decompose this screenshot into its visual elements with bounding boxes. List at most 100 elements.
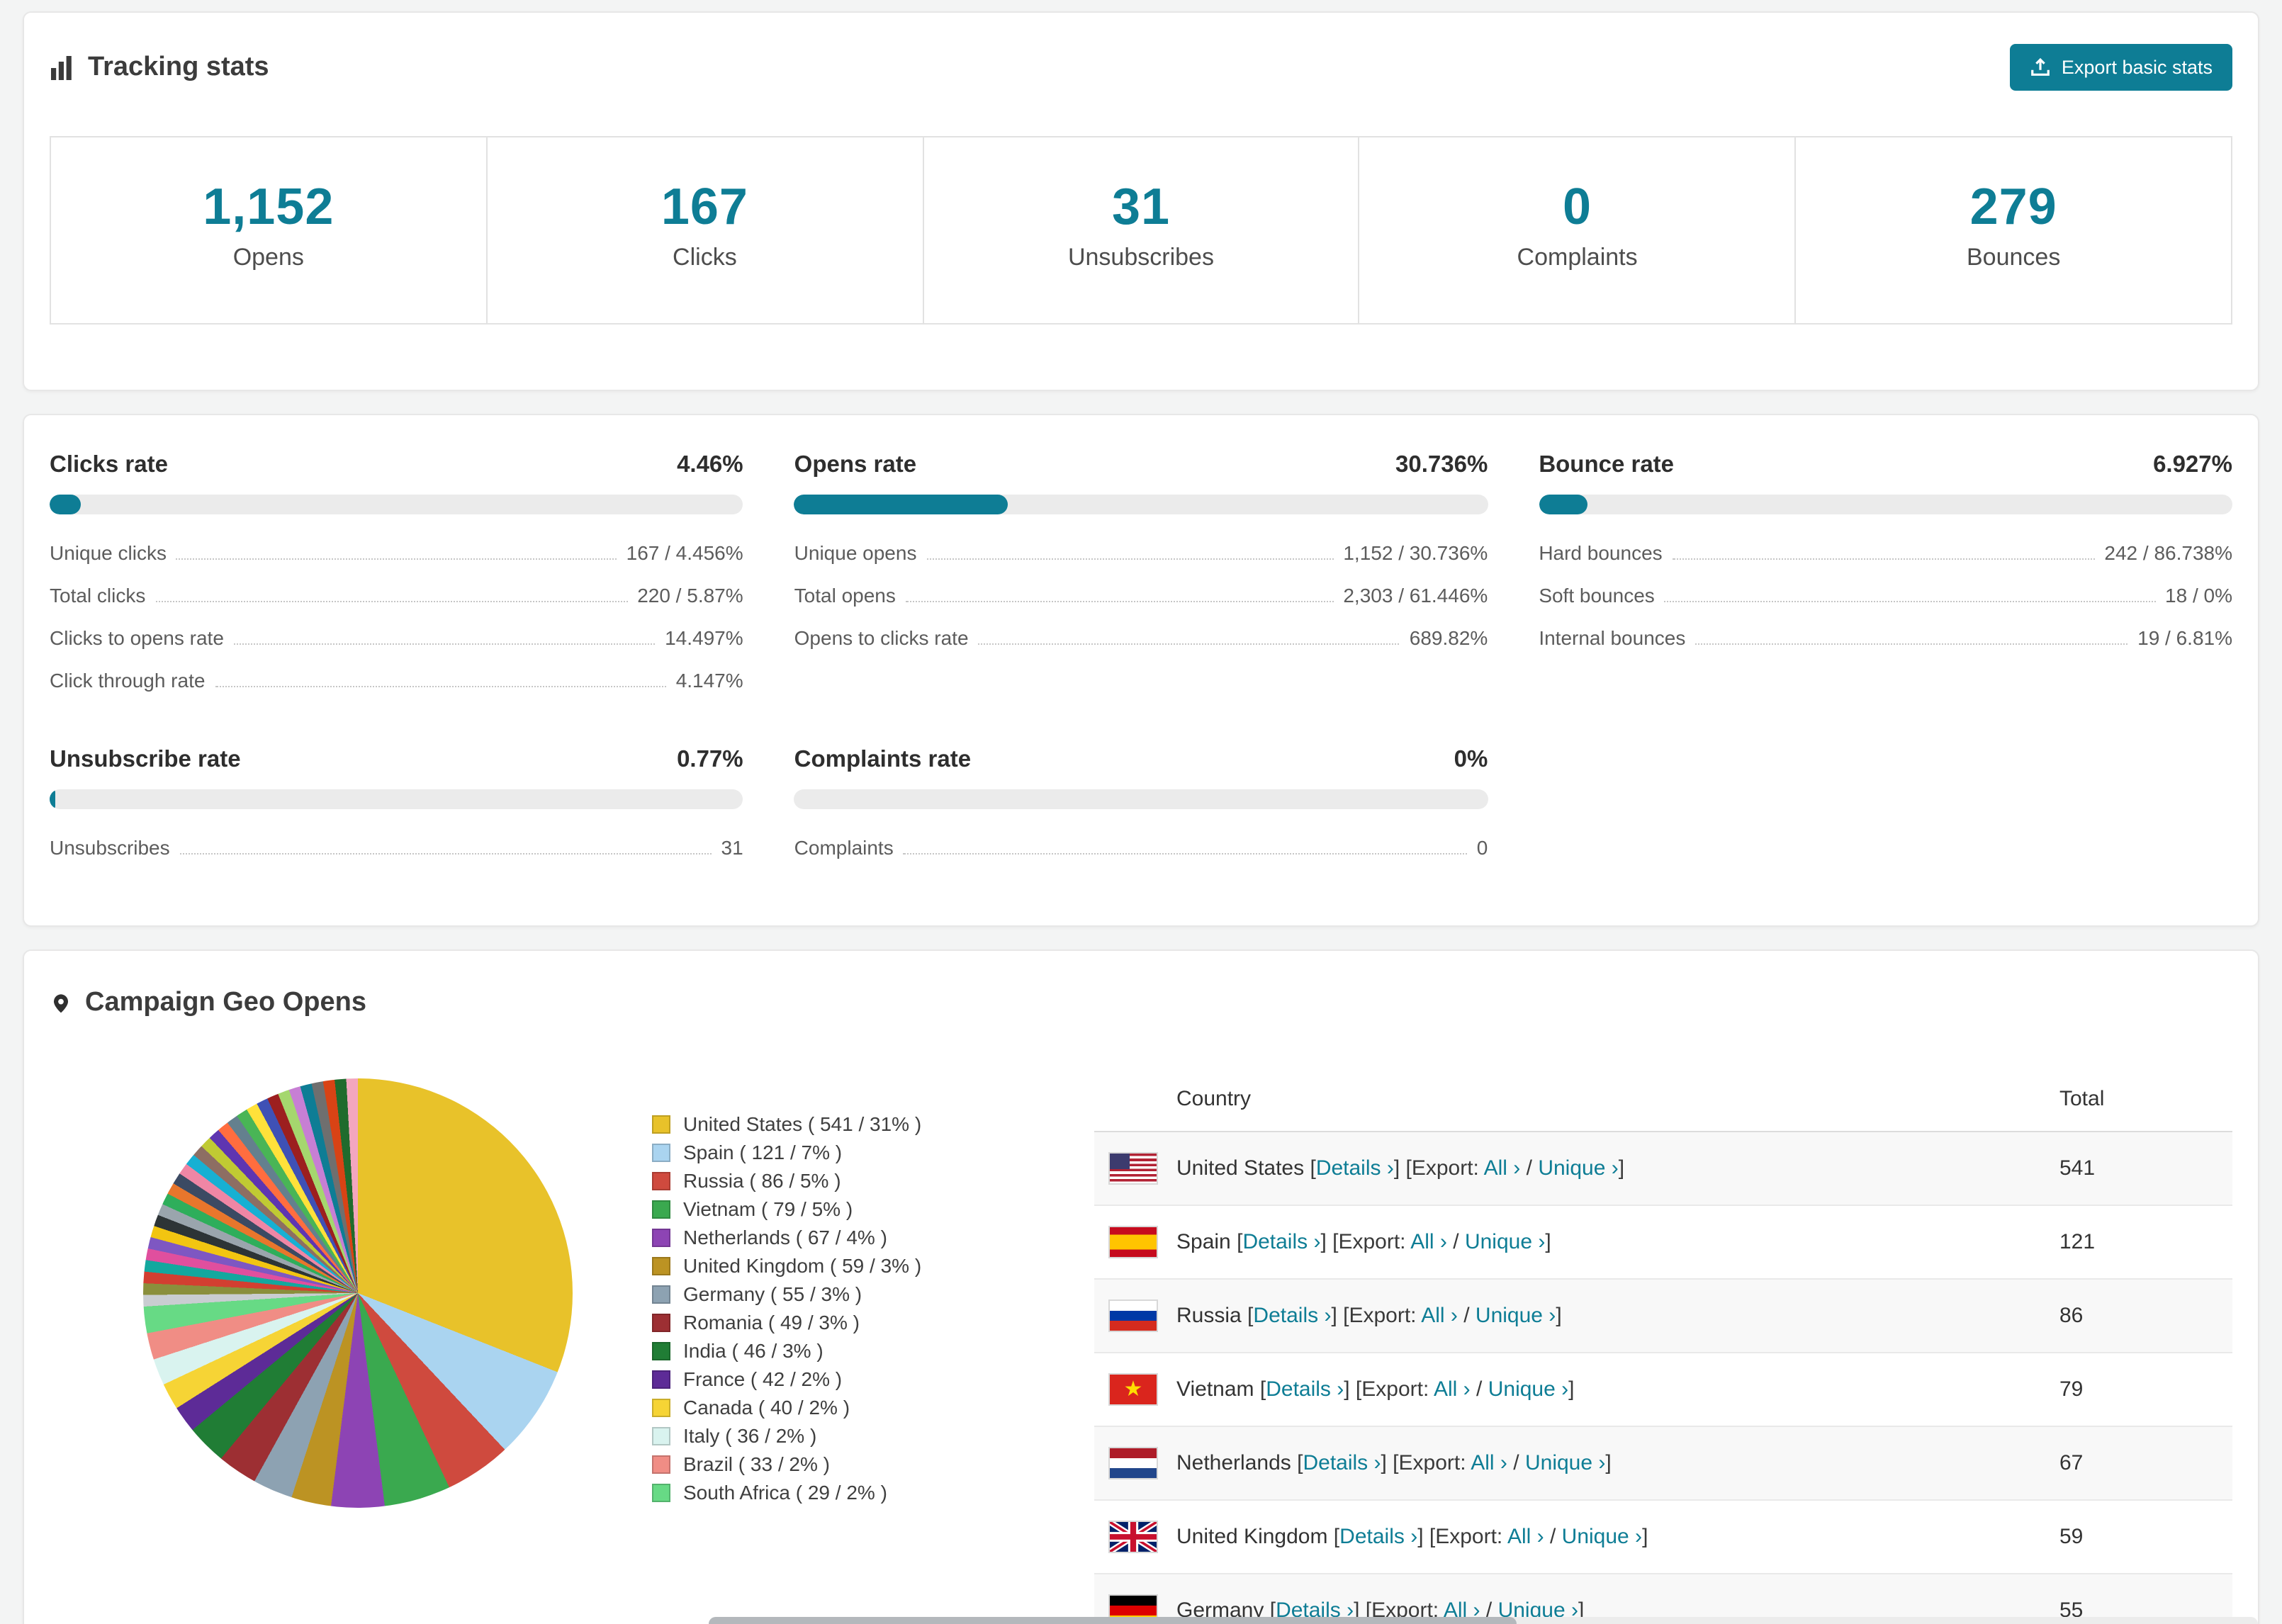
details-link[interactable]: Details › — [1339, 1525, 1417, 1549]
stat-label: Complaints — [1517, 244, 1638, 271]
stat-value: 279 — [1969, 177, 2057, 235]
legend-item: Vietnam ( 79 / 5% ) — [652, 1195, 1094, 1223]
dotted-leader — [176, 558, 617, 560]
rate-progress-bar — [50, 495, 743, 514]
geo-table-row: Vietnam [Details ›] [Export: All › / Uni… — [1094, 1353, 2232, 1427]
export-all-link[interactable]: All › — [1471, 1451, 1507, 1475]
horizontal-scrollbar-thumb[interactable] — [709, 1617, 1517, 1624]
export-all-link[interactable]: All › — [1484, 1156, 1521, 1180]
legend-swatch — [652, 1115, 670, 1133]
rate-title: Clicks rate — [50, 452, 168, 478]
export-separator: / — [1544, 1525, 1562, 1549]
rate-title: Bounce rate — [1539, 452, 1675, 478]
horizontal-scrollbar-track — [709, 1617, 2258, 1624]
country-cell-text: Netherlands [Details ›] [Export: All › /… — [1176, 1451, 1612, 1475]
export-prefix: [Export: — [1337, 1304, 1422, 1328]
rate-progress-bar — [794, 495, 1488, 514]
legend-label: Spain ( 121 / 7% ) — [683, 1141, 843, 1163]
stat-value: 1,152 — [203, 177, 335, 235]
geo-row-total: 79 — [2059, 1377, 2084, 1402]
legend-swatch — [652, 1455, 670, 1473]
stat-box: 1,152 Opens — [51, 137, 488, 323]
rate-detail-row: Unique clicks 167 / 4.456% — [50, 531, 743, 574]
export-close-bracket: ] — [1556, 1304, 1562, 1328]
dotted-leader — [1664, 601, 2156, 602]
details-link[interactable]: Details › — [1316, 1156, 1394, 1180]
rate-value: 0% — [1454, 747, 1488, 772]
export-icon — [2030, 57, 2052, 78]
details-link[interactable]: Details › — [1266, 1377, 1344, 1402]
rate-rows: Unique clicks 167 / 4.456% Total clicks … — [50, 531, 743, 701]
country-flag — [1108, 1299, 1158, 1332]
geo-row-country-cell: Russia [Details ›] [Export: All › / Uniq… — [1108, 1299, 2059, 1332]
rate-detail-row: Hard bounces 242 / 86.738% — [1539, 531, 2232, 574]
stat-value: 0 — [1563, 177, 1592, 235]
geo-row-total: 86 — [2059, 1304, 2084, 1328]
country-name: United Kingdom — [1176, 1525, 1328, 1549]
export-unique-link[interactable]: Unique › — [1476, 1304, 1556, 1328]
rate-row-label: Click through rate — [50, 669, 206, 692]
rate-block: Bounce rate 6.927% Hard bounces 242 / 86… — [1539, 452, 2232, 701]
legend-swatch — [652, 1426, 670, 1445]
geo-opens-table: Country Total United States [Details ›] … — [1094, 1067, 2232, 1624]
rate-progress-fill — [794, 495, 1008, 514]
tracking-stats-title-text: Tracking stats — [88, 52, 269, 81]
country-name: Spain — [1176, 1230, 1231, 1254]
legend-label: Brazil ( 33 / 2% ) — [683, 1453, 830, 1475]
export-basic-stats-button[interactable]: Export basic stats — [2010, 44, 2232, 91]
export-all-link[interactable]: All › — [1410, 1230, 1447, 1254]
export-unique-link[interactable]: Unique › — [1538, 1156, 1618, 1180]
export-separator: / — [1470, 1377, 1488, 1402]
rate-value: 0.77% — [677, 747, 743, 772]
legend-label: United States ( 541 / 31% ) — [683, 1112, 922, 1135]
country-cell-text: Russia [Details ›] [Export: All › / Uniq… — [1176, 1304, 1562, 1328]
details-link[interactable]: Details › — [1253, 1304, 1331, 1328]
stat-value: 167 — [661, 177, 748, 235]
rate-row-value: 14.497% — [665, 626, 743, 649]
rate-detail-row: Total opens 2,303 / 61.446% — [794, 574, 1488, 616]
country-flag — [1108, 1447, 1158, 1479]
export-close-bracket: ] — [1642, 1525, 1648, 1549]
export-unique-link[interactable]: Unique › — [1525, 1451, 1605, 1475]
stat-label: Bounces — [1967, 244, 2061, 271]
legend-item: Canada ( 40 / 2% ) — [652, 1393, 1094, 1421]
rate-row-label: Opens to clicks rate — [794, 626, 969, 649]
export-unique-link[interactable]: Unique › — [1465, 1230, 1545, 1254]
legend-item: Netherlands ( 67 / 4% ) — [652, 1223, 1094, 1251]
rate-value: 4.46% — [677, 452, 743, 478]
details-link[interactable]: Details › — [1303, 1451, 1381, 1475]
rate-detail-row: Internal bounces 19 / 6.81% — [1539, 616, 2232, 659]
geo-row-total: 541 — [2059, 1156, 2096, 1180]
details-link[interactable]: Details › — [1242, 1230, 1320, 1254]
legend-item: Romania ( 49 / 3% ) — [652, 1308, 1094, 1336]
rate-progress-bar — [794, 789, 1488, 809]
details-open-bracket: [ — [1230, 1230, 1243, 1254]
export-separator: / — [1457, 1304, 1476, 1328]
legend-label: India ( 46 / 3% ) — [683, 1339, 824, 1362]
legend-label: France ( 42 / 2% ) — [683, 1368, 843, 1390]
rate-rows: Hard bounces 242 / 86.738% Soft bounces … — [1539, 531, 2232, 659]
stat-label: Unsubscribes — [1067, 244, 1214, 271]
export-unique-link[interactable]: Unique › — [1488, 1377, 1568, 1402]
country-cell-text: Spain [Details ›] [Export: All › / Uniqu… — [1176, 1230, 1551, 1254]
country-cell-text: United States [Details ›] [Export: All ›… — [1176, 1156, 1624, 1180]
total-column-header: Total — [2059, 1087, 2105, 1111]
details-open-bracket: [ — [1241, 1304, 1254, 1328]
geo-table-row: United Kingdom [Details ›] [Export: All … — [1094, 1501, 2232, 1574]
export-all-link[interactable]: All › — [1421, 1304, 1458, 1328]
rate-title: Opens rate — [794, 452, 917, 478]
rate-header: Unsubscribe rate 0.77% — [50, 747, 743, 774]
details-close-bracket: ] — [1320, 1230, 1327, 1254]
rate-progress-bar — [1539, 495, 2232, 514]
legend-label: South Africa ( 29 / 2% ) — [683, 1481, 887, 1504]
export-all-link[interactable]: All › — [1434, 1377, 1471, 1402]
legend-item: India ( 46 / 3% ) — [652, 1336, 1094, 1365]
export-all-link[interactable]: All › — [1507, 1525, 1544, 1549]
legend-label: Vietnam ( 79 / 5% ) — [683, 1197, 853, 1220]
export-unique-link[interactable]: Unique › — [1562, 1525, 1642, 1549]
export-separator: / — [1446, 1230, 1465, 1254]
rate-detail-row: Total clicks 220 / 5.87% — [50, 574, 743, 616]
geo-table-header-row: Country Total — [1094, 1067, 2232, 1132]
rate-header: Bounce rate 6.927% — [1539, 452, 2232, 479]
rate-detail-row: Clicks to opens rate 14.497% — [50, 616, 743, 659]
